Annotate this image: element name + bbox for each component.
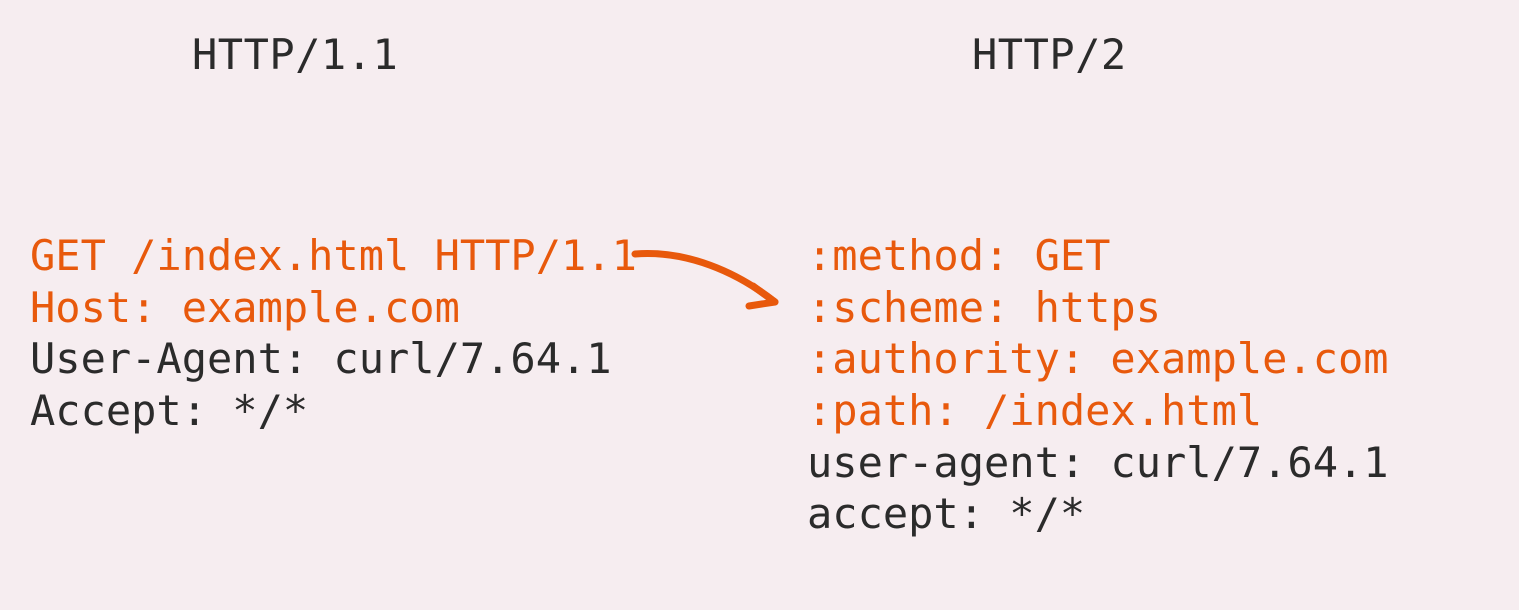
http2-request-block: :method: GET:scheme: https:authority: ex… (807, 230, 1389, 540)
http11-line-0: GET /index.html HTTP/1.1 (30, 230, 637, 282)
http11-line-1: Host: example.com (30, 282, 637, 334)
http11-line-2: User-Agent: curl/7.64.1 (30, 333, 637, 385)
http2-line-2: :authority: example.com (807, 333, 1389, 385)
http11-line-3: Accept: */* (30, 385, 637, 437)
arrow-icon (627, 240, 787, 330)
http2-line-1: :scheme: https (807, 282, 1389, 334)
http2-line-5: accept: */* (807, 488, 1389, 540)
diagram-canvas: HTTP/1.1 HTTP/2 GET /index.html HTTP/1.1… (0, 0, 1519, 610)
http2-line-4: user-agent: curl/7.64.1 (807, 437, 1389, 489)
heading-http2: HTTP/2 (972, 30, 1127, 79)
heading-http11: HTTP/1.1 (192, 30, 398, 79)
http11-request-block: GET /index.html HTTP/1.1Host: example.co… (30, 230, 637, 437)
http2-line-0: :method: GET (807, 230, 1389, 282)
http2-line-3: :path: /index.html (807, 385, 1389, 437)
